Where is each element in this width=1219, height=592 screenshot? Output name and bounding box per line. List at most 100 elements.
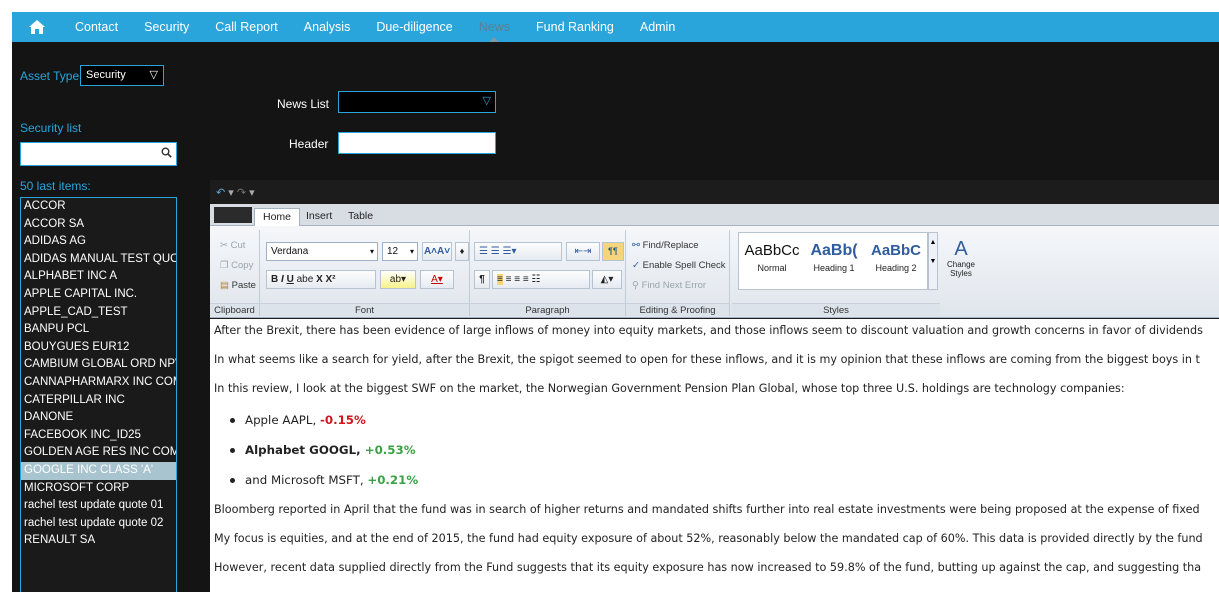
tab-insert[interactable]: Insert (298, 208, 340, 226)
news-list-select[interactable]: ▽ (338, 91, 496, 113)
list-item[interactable]: BOUYGUES EUR12 (21, 339, 176, 357)
qat-dropdown-icon[interactable]: ▾ (228, 187, 234, 199)
price-change-positive: +0.21% (367, 473, 419, 487)
nav-news[interactable]: News (466, 12, 523, 42)
increase-indent-icon[interactable]: ⇥ (583, 246, 591, 257)
list-item[interactable]: rachel test update quote 01 (21, 497, 176, 515)
cut-button[interactable]: ✂ Cut (220, 240, 245, 251)
list-buttons[interactable]: ☰ ☰ ☰▾ (474, 242, 562, 261)
security-search-input[interactable] (20, 142, 177, 166)
font-family-value: Verdana (271, 246, 309, 257)
superscript-icon[interactable]: X² (326, 274, 336, 285)
style-heading-2[interactable]: AaBbC Heading 2 (867, 239, 925, 273)
list-item[interactable]: FACEBOOK INC_ID25 (21, 427, 176, 445)
ltr-rtl-icon[interactable]: ¶¶ (602, 242, 624, 261)
align-right-icon[interactable]: ≡ (514, 274, 520, 285)
tab-table[interactable]: Table (340, 208, 381, 226)
nav-contact[interactable]: Contact (62, 12, 131, 42)
nav-admin[interactable]: Admin (627, 12, 688, 42)
list-item[interactable]: RENAULT SA (21, 532, 176, 550)
align-left-icon[interactable]: ≡ (497, 274, 503, 285)
style-name: Heading 1 (813, 263, 855, 273)
bullet-icon (230, 448, 235, 453)
list-item[interactable]: rachel test update quote 02 (21, 515, 176, 533)
nav-call-report[interactable]: Call Report (202, 12, 291, 42)
tab-home[interactable]: Home (254, 208, 301, 226)
align-buttons[interactable]: ≡ ≡ ≡ ≡ ☷ (492, 270, 590, 289)
styles-group-title: Styles (732, 303, 940, 316)
home-icon[interactable] (12, 12, 62, 42)
align-center-icon[interactable]: ≡ (506, 274, 512, 285)
multilevel-list-icon[interactable]: ☰▾ (503, 246, 517, 257)
strike-icon[interactable]: abe (297, 274, 314, 285)
customize-qat-icon[interactable]: ▾ (249, 187, 255, 199)
bold-icon[interactable]: B (271, 274, 278, 285)
list-item[interactable]: MICROSOFT CORP (21, 480, 176, 498)
format-buttons[interactable]: B I U abe X X² (266, 270, 376, 289)
list-item[interactable]: ADIDAS MANUAL TEST QUOTE (21, 251, 176, 269)
list-item[interactable]: CAMBIUM GLOBAL ORD NPV (21, 356, 176, 374)
copy-button[interactable]: ❐ Copy (220, 260, 253, 271)
spell-check-button[interactable]: ✓ Enable Spell Check (632, 260, 726, 271)
list-item[interactable]: ACCOR SA (21, 216, 176, 234)
change-styles-button[interactable]: A Change Styles (944, 238, 978, 278)
grow-shrink-font-icon[interactable]: A˄A˅ (422, 242, 452, 261)
list-item[interactable]: DANONE (21, 409, 176, 427)
shading-icon[interactable]: ◭▾ (592, 270, 622, 289)
clipboard-icon: ▤ (220, 280, 232, 291)
nav-fund-ranking[interactable]: Fund Ranking (523, 12, 627, 42)
file-tab[interactable] (214, 207, 252, 223)
change-styles-icon: A (954, 238, 968, 260)
undo-icon[interactable]: ↶ (216, 187, 225, 199)
bullet-list-icon[interactable]: ☰ (479, 246, 488, 257)
find-next-error-button[interactable]: ⚲ Find Next Error (632, 280, 706, 291)
font-family-select[interactable]: Verdana ▾ (266, 242, 378, 261)
highlight-color-icon[interactable]: ab▾ (380, 270, 416, 289)
list-item[interactable]: BANPU PCL (21, 321, 176, 339)
pilcrow-icon[interactable]: ¶ (474, 270, 490, 289)
indent-buttons[interactable]: ⇤⇥ (566, 242, 600, 261)
list-item[interactable]: CATERPILLAR INC (21, 392, 176, 410)
security-list[interactable]: ACCOR ACCOR SA ADIDAS AG ADIDAS MANUAL T… (20, 197, 177, 592)
redo-icon[interactable]: ↷ (237, 187, 246, 199)
list-item-selected[interactable]: GOOGLE INC CLASS 'A' (21, 461, 176, 480)
list-item[interactable]: ALPHABET INC A (21, 268, 176, 286)
line-spacing-icon[interactable]: ☷ (532, 274, 541, 285)
justify-icon[interactable]: ≡ (523, 274, 529, 285)
gallery-scroll[interactable]: ▲ ▼ (928, 232, 938, 290)
list-item[interactable]: GOLDEN AGE RES INC COM USD (21, 444, 176, 462)
search-icon[interactable] (161, 146, 172, 161)
dropdown-triangle-icon: ▽ (149, 69, 158, 81)
list-item[interactable]: ADIDAS AG (21, 233, 176, 251)
document-body[interactable]: After the Brexit, there has been evidenc… (210, 319, 1219, 592)
clear-format-icon[interactable]: ♦ (455, 242, 469, 261)
scroll-down-icon[interactable]: ▼ (929, 252, 937, 271)
numbered-list-icon[interactable]: ☰ (491, 246, 500, 257)
font-color-icon[interactable]: A▾ (420, 270, 454, 289)
list-item[interactable]: APPLE_CAD_TEST (21, 304, 176, 322)
font-size-select[interactable]: 12 ▾ (382, 242, 418, 261)
style-sample: AaBbCc (744, 242, 800, 259)
underline-icon[interactable]: U (287, 274, 294, 285)
change-styles-label: Change Styles (946, 260, 976, 278)
dropdown-triangle-icon: ▽ (482, 95, 491, 107)
asset-type-select[interactable]: Security ▽ (80, 65, 164, 86)
list-item[interactable]: ACCOR (21, 198, 176, 216)
styles-group: AaBbCc Normal AaBb( Heading 1 AaBbC Head… (732, 230, 1022, 316)
subscript-icon[interactable]: X (316, 274, 323, 285)
decrease-indent-icon[interactable]: ⇤ (575, 246, 583, 257)
italic-icon[interactable]: I (281, 274, 284, 285)
list-item: Alphabet GOOGL, +0.53% (230, 443, 416, 457)
binoculars-icon: ⚯ (632, 240, 643, 251)
style-normal[interactable]: AaBbCc Normal (743, 239, 801, 273)
list-item[interactable]: CANNAPHARMARX INC COM STK (21, 374, 176, 392)
find-replace-button[interactable]: ⚯ Find/Replace (632, 240, 699, 251)
nav-security[interactable]: Security (131, 12, 202, 42)
paste-button[interactable]: ▤ Paste (220, 280, 256, 291)
list-item[interactable]: APPLE CAPITAL INC. (21, 286, 176, 304)
nav-due-diligence[interactable]: Due-diligence (363, 12, 465, 42)
scroll-up-icon[interactable]: ▲ (929, 233, 937, 252)
style-heading-1[interactable]: AaBb( Heading 1 (805, 239, 863, 273)
nav-analysis[interactable]: Analysis (291, 12, 364, 42)
header-input[interactable] (338, 132, 496, 154)
